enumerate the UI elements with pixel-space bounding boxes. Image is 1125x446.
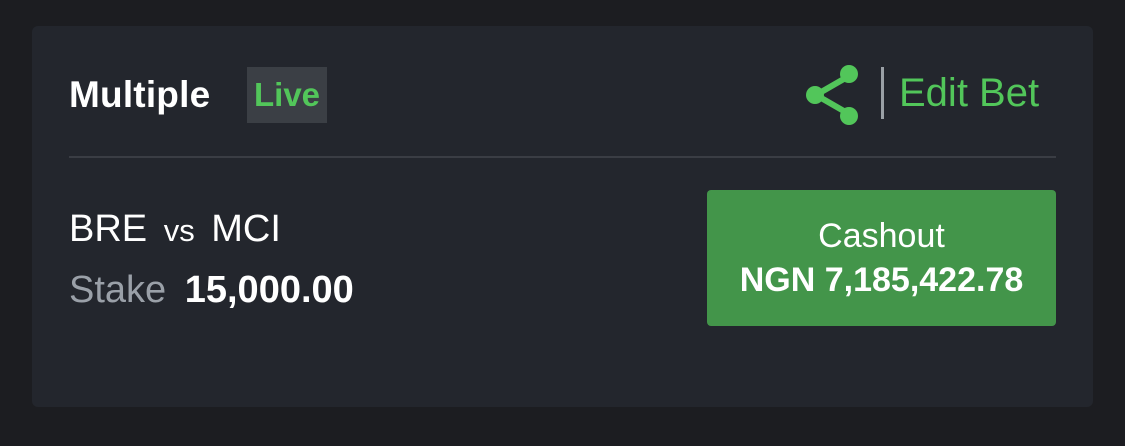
edit-bet-link[interactable]: Edit Bet [899,71,1039,116]
stake-value: 15,000.00 [184,269,354,311]
stake-label: Stake [69,269,167,311]
vs-label: vs [163,213,195,248]
match-teams: BRE vs MCI [69,208,281,251]
home-team: BRE [69,208,148,250]
cashout-label: Cashout [818,217,945,255]
header-separator [881,67,884,119]
share-icon[interactable] [804,64,862,126]
stake-row: Stake 15,000.00 [69,269,354,312]
header-divider [69,156,1056,158]
bet-type-title: Multiple [69,74,211,115]
live-badge: Live [247,67,328,123]
cashout-amount: NGN 7,185,422.78 [739,261,1024,299]
cashout-button[interactable]: Cashout NGN 7,185,422.78 [707,190,1056,326]
bet-card-header: Multiple Live Edit Bet [69,26,1056,156]
away-team: MCI [211,208,281,250]
bet-card: Multiple Live Edit Bet BRE vs MCI Stake … [32,26,1093,407]
